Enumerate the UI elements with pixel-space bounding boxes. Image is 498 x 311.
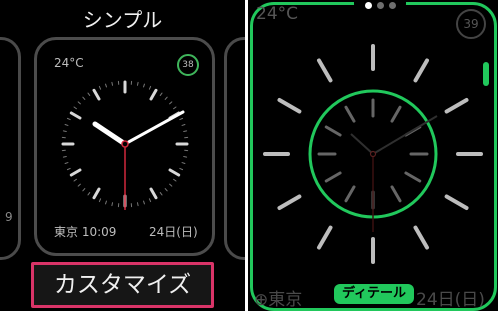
tick-mark: [62, 130, 67, 133]
tick-mark: [444, 194, 469, 210]
tick-mark: [413, 58, 429, 83]
watch-face-card-simple[interactable]: 24°C 38 東京 10:09 24日(日): [34, 37, 215, 256]
tick-mark: [111, 202, 114, 207]
tick-mark: [148, 198, 152, 203]
tick-mark: [64, 162, 69, 164]
tick-mark: [324, 125, 342, 137]
hour-hand: [350, 133, 374, 155]
tick-mark: [404, 171, 422, 183]
tick-mark: [169, 101, 173, 105]
date-complication: 24日(日): [149, 225, 198, 239]
tick-mark: [159, 92, 163, 96]
tick-mark: [98, 85, 102, 90]
tick-mark: [98, 198, 102, 203]
analog-clock-detail[interactable]: [248, 0, 498, 311]
tick-mark: [179, 167, 184, 171]
tick-mark: [183, 130, 188, 133]
tick-mark: [69, 168, 82, 177]
tick-mark: [173, 178, 177, 182]
hour-hand: [92, 121, 128, 147]
previous-card-text: 9: [5, 210, 13, 224]
tick-mark: [92, 187, 101, 200]
tick-mark: [77, 183, 81, 187]
face-name-title: シンプル: [82, 8, 163, 32]
customize-detail-view: 24°C 39 ⊕東京 24日(日) ディテール: [248, 0, 498, 311]
tick-mark: [183, 155, 188, 158]
minute-hand: [123, 110, 185, 146]
tick-mark: [277, 98, 302, 114]
clock-center: [121, 140, 129, 148]
tick-mark: [390, 185, 402, 203]
tick-mark: [136, 81, 139, 86]
tick-mark: [62, 155, 67, 158]
tick-mark: [143, 200, 145, 205]
tick-mark: [87, 92, 91, 96]
tick-mark: [179, 117, 184, 121]
tick-mark: [149, 88, 158, 101]
tick-mark: [317, 58, 333, 83]
tick-mark: [169, 183, 173, 187]
tick-mark: [73, 178, 77, 182]
tick-mark: [159, 192, 163, 196]
tick-mark: [148, 85, 152, 90]
detail-option-label[interactable]: ディテール: [334, 284, 414, 304]
tick-mark: [105, 200, 107, 205]
tick-mark: [344, 185, 356, 203]
tick-mark: [64, 124, 69, 126]
analog-clock: [61, 80, 189, 210]
tick-mark: [149, 187, 158, 200]
tick-mark: [324, 171, 342, 183]
tick-mark: [87, 192, 91, 196]
watch-face-card-next[interactable]: [224, 37, 245, 260]
tick-mark: [136, 202, 139, 207]
tick-mark: [105, 83, 107, 88]
tick-mark: [444, 98, 469, 114]
tick-mark: [143, 83, 145, 88]
tick-mark: [82, 96, 86, 100]
customize-button[interactable]: カスタマイズ: [31, 262, 214, 308]
date-complication: 24日(日): [416, 290, 485, 310]
tick-mark: [73, 106, 77, 110]
minute-hand: [372, 115, 438, 155]
tick-mark: [164, 96, 168, 100]
tick-mark: [164, 188, 168, 192]
tick-mark: [277, 194, 302, 210]
world-clock-complication: 東京 10:09: [54, 225, 117, 239]
tick-mark: [111, 81, 114, 86]
tick-mark: [168, 168, 181, 177]
world-clock-complication: ⊕東京: [254, 290, 303, 310]
tick-mark: [66, 167, 71, 171]
tick-mark: [69, 111, 82, 120]
tick-mark: [344, 105, 356, 123]
tick-mark: [181, 124, 186, 126]
watch-face-carousel: シンプル 9 24°C 38 東京 10:09 24日(日) カスタマイズ: [0, 0, 245, 311]
tick-mark: [66, 117, 71, 121]
tick-mark: [390, 105, 402, 123]
tick-mark: [173, 106, 177, 110]
tick-mark: [82, 188, 86, 192]
clock-center: [369, 150, 377, 158]
tick-mark: [92, 88, 101, 101]
tick-mark: [77, 101, 81, 105]
tick-mark: [181, 162, 186, 164]
watch-face-card-previous[interactable]: 9: [0, 37, 21, 260]
tick-mark: [413, 225, 429, 250]
tick-mark: [317, 225, 333, 250]
